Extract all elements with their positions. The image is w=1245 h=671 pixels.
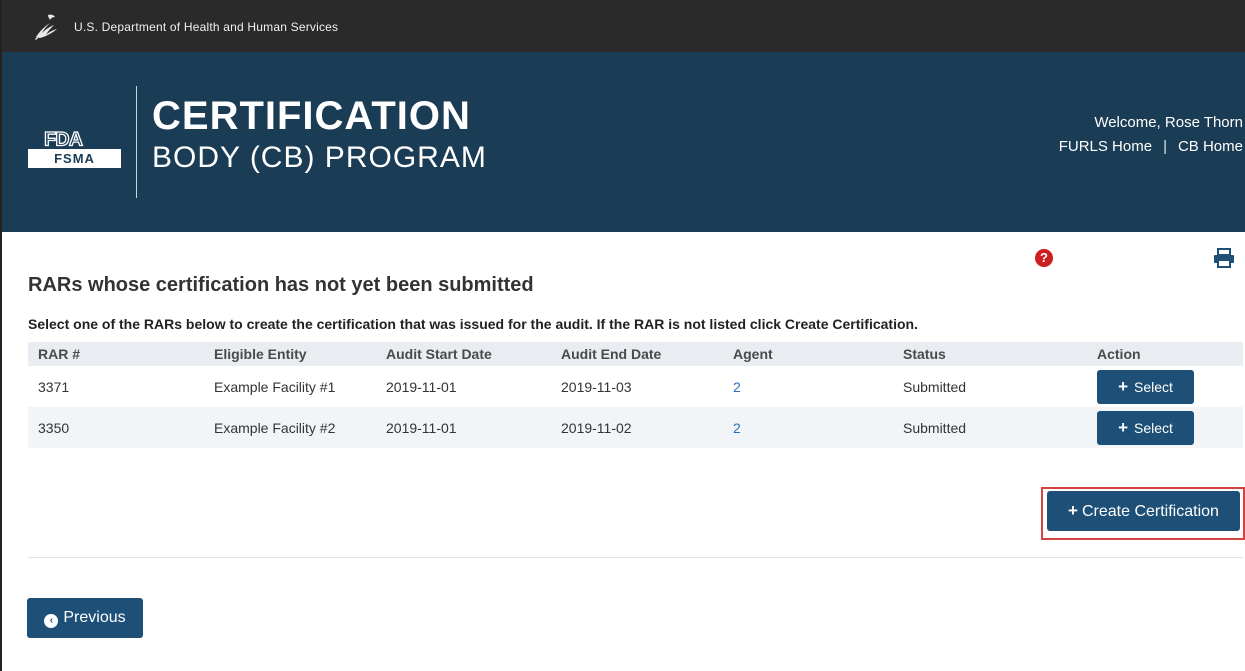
action-cell: + Select (1079, 366, 1243, 407)
audit-end-date: 2019-11-02 (561, 407, 733, 448)
create-certification-button[interactable]: + Create Certification (1047, 491, 1240, 531)
status: Submitted (903, 407, 1079, 448)
col-header-rar: RAR # (28, 342, 214, 366)
select-label: Select (1134, 419, 1173, 436)
furls-home-link[interactable]: FURLS Home (1059, 138, 1152, 155)
hhs-top-bar: U.S. Department of Health and Human Serv… (2, 0, 1245, 52)
welcome-message: Welcome, Rose Thorn (1094, 114, 1243, 131)
eligible-entity: Example Facility #2 (214, 407, 386, 448)
header-divider (136, 86, 137, 198)
select-button[interactable]: + Select (1097, 410, 1194, 445)
status: Submitted (903, 378, 967, 395)
instructions-text: Select one of the RARs below to create t… (28, 316, 918, 332)
select-label: Select (1134, 378, 1173, 395)
fsma-badge: FSMA (28, 149, 121, 168)
table-row: 3350 Example Facility #2 2019-11-01 2019… (28, 407, 1243, 448)
section-divider (28, 557, 1243, 558)
previous-button[interactable]: ‹ Previous (27, 598, 143, 638)
create-certification-label: Create Certification (1081, 503, 1219, 520)
help-icon[interactable]: ? (1035, 249, 1053, 267)
action-cell: + Select (1079, 407, 1243, 448)
audit-start-date: 2019-11-01 (386, 378, 457, 395)
table-header-row: RAR # Eligible Entity Audit Start Date A… (28, 342, 1243, 366)
rar-table: RAR # Eligible Entity Audit Start Date A… (28, 342, 1243, 448)
page-heading: RARs whose certification has not yet bee… (28, 274, 534, 296)
col-header-status: Status (903, 342, 1079, 366)
svg-text:FDA: FDA (44, 130, 83, 151)
cb-home-link[interactable]: CB Home (1178, 138, 1243, 155)
eligible-entity: Example Facility #1 (214, 378, 336, 395)
link-separator: | (1163, 138, 1167, 155)
hhs-title: U.S. Department of Health and Human Serv… (74, 20, 339, 34)
hhs-eagle-icon (35, 14, 57, 40)
previous-label: Previous (63, 609, 126, 626)
plus-icon: + (1068, 501, 1078, 520)
agent-link[interactable]: 2 (733, 379, 741, 395)
audit-end-date: 2019-11-03 (561, 378, 632, 395)
rar-number: 3350 (28, 407, 214, 448)
col-header-entity: Eligible Entity (214, 342, 386, 366)
col-header-end-date: Audit End Date (561, 342, 733, 366)
plus-icon: + (1118, 376, 1128, 396)
agent-cell: 2 (733, 366, 903, 407)
col-header-agent: Agent (733, 342, 903, 366)
header-links: FURLS Home | CB Home (1059, 138, 1243, 155)
plus-icon: + (1118, 417, 1128, 437)
site-header: FDA FSMA CERTIFICATION BODY (CB) PROGRAM… (2, 52, 1245, 232)
program-title: CERTIFICATION (152, 94, 471, 138)
col-header-action: Action (1079, 342, 1243, 366)
chevron-left-circle-icon: ‹ (44, 614, 59, 628)
col-header-start-date: Audit Start Date (386, 342, 561, 366)
select-button[interactable]: + Select (1097, 369, 1194, 404)
rar-number: 3371 (38, 378, 70, 395)
print-icon[interactable] (1213, 248, 1235, 268)
program-subtitle: BODY (CB) PROGRAM (152, 141, 487, 174)
audit-start-date: 2019-11-01 (386, 407, 561, 448)
table-row: 3371 Example Facility #1 2019-11-01 2019… (28, 366, 1243, 407)
agent-cell: 2 (733, 407, 903, 448)
agent-link[interactable]: 2 (733, 420, 741, 436)
